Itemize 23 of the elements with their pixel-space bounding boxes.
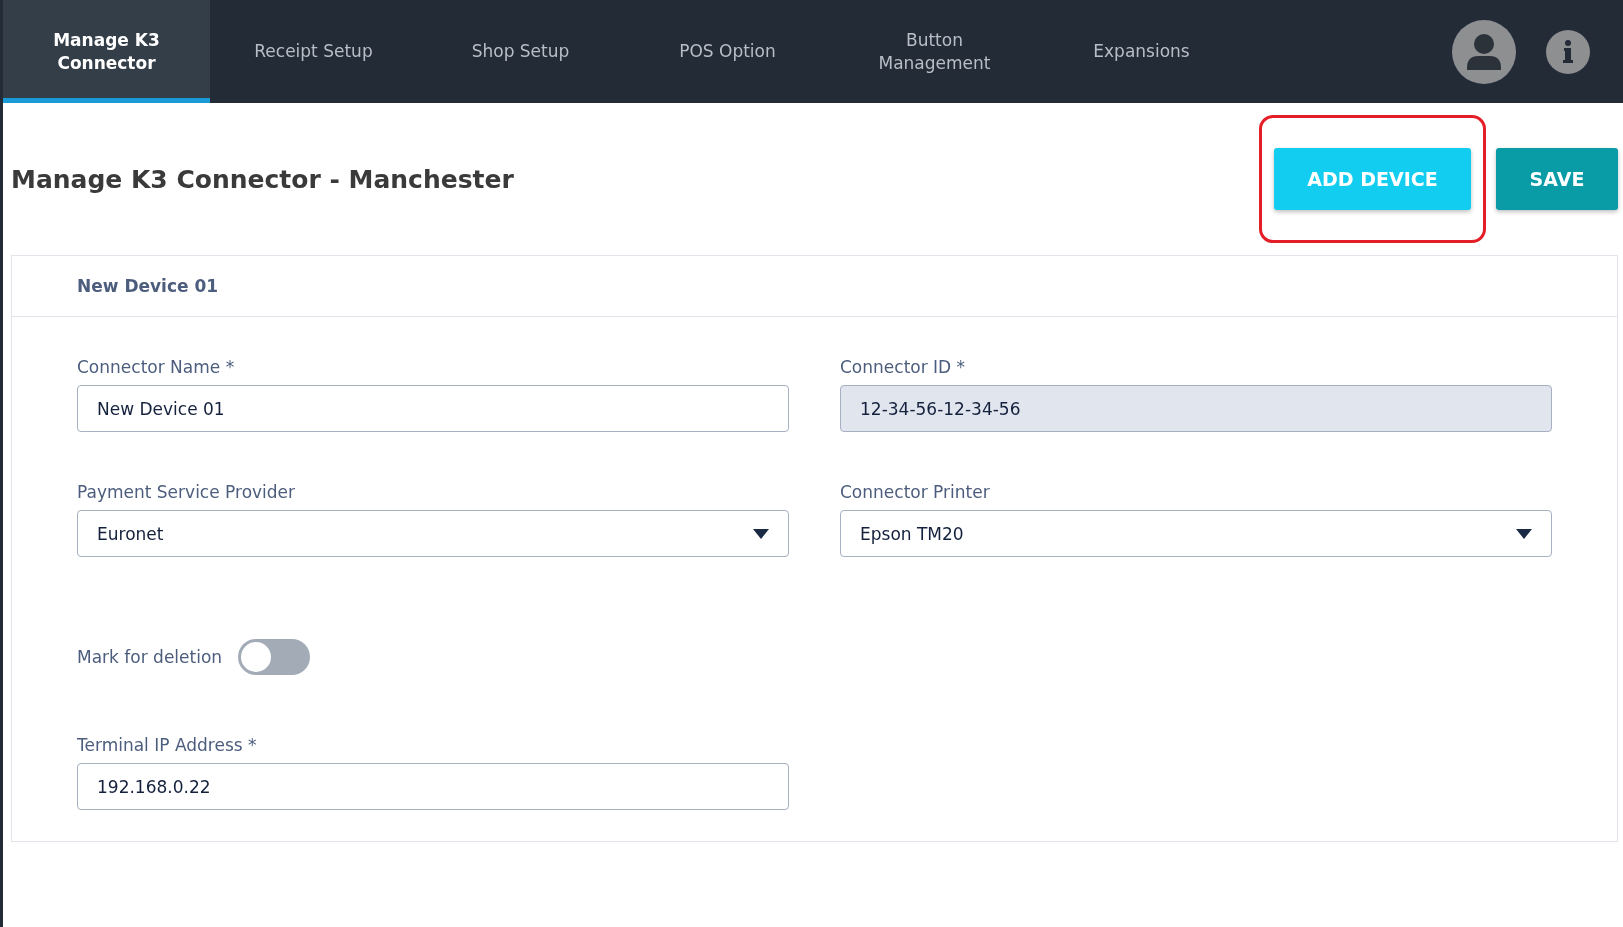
input-field[interactable]: 192.168.0.22 — [77, 763, 789, 810]
page-title: Manage K3 Connector - Manchester — [11, 164, 514, 194]
dropdown-field[interactable]: Euronet — [77, 510, 789, 557]
nav-tab[interactable]: Button Management — [831, 0, 1038, 103]
user-avatar-icon[interactable] — [1452, 19, 1516, 84]
device-title: New Device 01 — [77, 276, 219, 296]
field-label: Connector Name * — [77, 357, 236, 377]
field-label: Payment Service Provider — [77, 482, 297, 502]
dropdown-field[interactable]: Epson TM20 — [840, 510, 1552, 557]
input-field[interactable]: New Device 01 — [77, 385, 789, 432]
toggle-switch[interactable] — [238, 639, 311, 675]
field-label: Connector Printer — [840, 482, 991, 502]
field-label: Mark for deletion — [77, 647, 223, 667]
nav-tab[interactable]: Shop Setup — [417, 0, 624, 103]
caret-icon — [753, 528, 769, 539]
nav-tab[interactable]: Manage K3 Connector — [3, 0, 210, 103]
caret-icon — [1516, 528, 1532, 539]
info-icon[interactable] — [1546, 29, 1590, 74]
nav-tab[interactable]: Expansions — [1038, 0, 1245, 103]
nav-tab[interactable]: POS Option — [624, 0, 831, 103]
field-label: Terminal IP Address * — [77, 735, 258, 755]
nav-tab[interactable]: Receipt Setup — [210, 0, 417, 103]
field-label: Connector ID * — [840, 357, 967, 377]
